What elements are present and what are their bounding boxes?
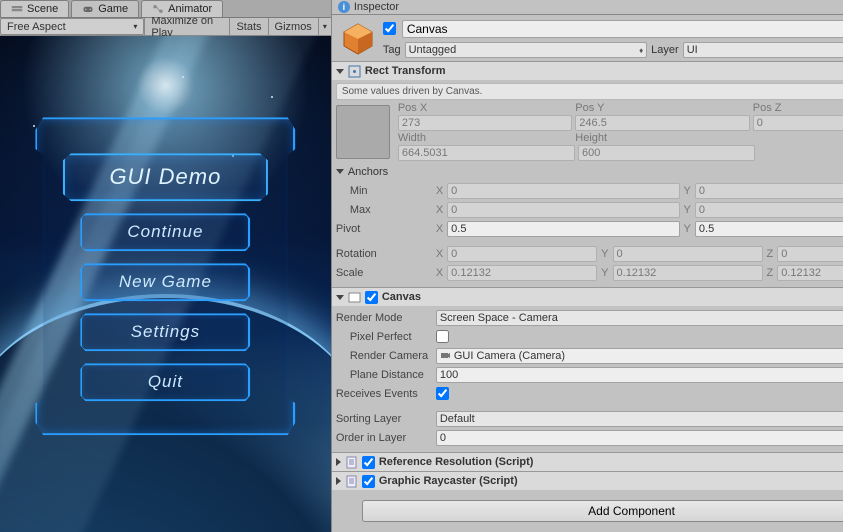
rect-transform-component: Rect Transform Some values driven by Can…: [332, 61, 843, 287]
anchor-min-y[interactable]: [695, 183, 843, 199]
rotation-y[interactable]: [613, 246, 763, 262]
rect-transform-icon: [348, 65, 361, 78]
tag-label: Tag: [383, 44, 401, 56]
anchor-max-x[interactable]: [447, 202, 679, 218]
aspect-dropdown[interactable]: Free Aspect ▾: [0, 18, 144, 35]
reference-resolution-header[interactable]: Reference Resolution (Script): [332, 453, 843, 471]
rotation-x[interactable]: [447, 246, 597, 262]
add-component-button[interactable]: Add Component: [362, 500, 843, 522]
layer-dropdown[interactable]: UI♦: [683, 42, 843, 58]
scale-z[interactable]: [777, 265, 843, 281]
aspect-label: Free Aspect: [7, 21, 66, 33]
chevron-down-icon: ▾: [133, 22, 137, 31]
gameobject-name-field[interactable]: [402, 20, 843, 38]
layer-label: Layer: [651, 44, 679, 56]
gameobject-header: Static ▾ Tag Untagged♦ Layer UI♦: [332, 15, 843, 61]
refres-enabled-checkbox[interactable]: [362, 456, 375, 469]
pixel-perfect-checkbox[interactable]: [436, 330, 449, 343]
anchors-label: Anchors: [348, 166, 388, 178]
rotation-z[interactable]: [777, 246, 843, 262]
receives-events-checkbox[interactable]: [436, 387, 449, 400]
tab-game-label: Game: [98, 3, 128, 15]
render-mode-dropdown[interactable]: Screen Space - Camera♦: [436, 310, 843, 326]
settings-button[interactable]: Settings: [80, 313, 250, 351]
canvas-enabled-checkbox[interactable]: [365, 291, 378, 304]
tab-animator[interactable]: Animator: [141, 0, 223, 17]
graphic-raycaster-component: Graphic Raycaster (Script): [332, 471, 843, 490]
gizmos-toggle[interactable]: Gizmos: [268, 18, 318, 35]
inspector-tab-row: i Inspector 🔒 ▾≡: [332, 0, 843, 15]
pos-x-field[interactable]: [398, 115, 572, 131]
game-toolbar: Free Aspect ▾ Maximize on Play Stats Giz…: [0, 18, 331, 36]
foldout-closed-icon: [336, 458, 341, 466]
foldout-open-icon: [336, 295, 344, 300]
scale-y[interactable]: [613, 265, 763, 281]
pivot-x[interactable]: [447, 221, 679, 237]
rect-transform-title: Rect Transform: [365, 65, 446, 77]
reference-resolution-component: Reference Resolution (Script): [332, 452, 843, 471]
game-icon: [82, 3, 94, 15]
quit-button[interactable]: Quit: [80, 363, 250, 401]
anchor-preset-button[interactable]: [336, 105, 390, 159]
order-in-layer-field[interactable]: [436, 430, 843, 446]
anchor-max-y[interactable]: [695, 202, 843, 218]
canvas-title: Canvas: [382, 291, 421, 303]
anchor-min-x[interactable]: [447, 183, 679, 199]
tab-scene[interactable]: Scene: [0, 0, 69, 17]
tag-dropdown[interactable]: Untagged♦: [405, 42, 648, 58]
raycaster-enabled-checkbox[interactable]: [362, 475, 375, 488]
scene-icon: [11, 3, 23, 15]
rect-info-strip: Some values driven by Canvas.: [336, 83, 843, 100]
stats-toggle[interactable]: Stats: [229, 18, 267, 35]
pos-z-field[interactable]: [753, 115, 843, 131]
anchors-foldout[interactable]: [336, 169, 344, 174]
pos-y-field[interactable]: [575, 115, 749, 131]
gameobject-active-checkbox[interactable]: [383, 22, 396, 35]
maximize-on-play-toggle[interactable]: Maximize on Play: [144, 18, 229, 35]
gameobject-icon: [338, 19, 378, 59]
sorting-layer-dropdown[interactable]: Default♦: [436, 411, 843, 427]
foldout-closed-icon: [336, 477, 341, 485]
canvas-icon: [348, 291, 361, 304]
tab-scene-label: Scene: [27, 3, 58, 15]
tab-inspector-label[interactable]: Inspector: [354, 1, 399, 13]
gui-title: GUI Demo: [63, 153, 268, 201]
width-field[interactable]: [398, 145, 575, 161]
scale-x[interactable]: [447, 265, 597, 281]
pivot-y[interactable]: [695, 221, 843, 237]
foldout-open-icon: [336, 69, 344, 74]
height-field[interactable]: [578, 145, 755, 161]
left-tab-row: Scene Game Animator: [0, 0, 331, 18]
script-icon: [345, 456, 358, 469]
render-camera-field[interactable]: GUI Camera (Camera) ⊙: [436, 348, 843, 364]
continue-button[interactable]: Continue: [80, 213, 250, 251]
raycaster-title: Graphic Raycaster (Script): [379, 475, 518, 487]
refres-title: Reference Resolution (Script): [379, 456, 534, 468]
rect-transform-header[interactable]: Rect Transform: [332, 62, 843, 80]
animator-icon: [152, 3, 164, 15]
new-game-button[interactable]: New Game: [80, 263, 250, 301]
script-icon: [345, 475, 358, 488]
camera-icon: [440, 350, 451, 361]
game-viewport: GUI Demo Continue New Game Settings Quit: [0, 36, 331, 532]
tab-game[interactable]: Game: [71, 0, 139, 17]
canvas-component: Canvas Render Mode Screen Space - Camera…: [332, 287, 843, 452]
canvas-header[interactable]: Canvas: [332, 288, 843, 306]
plane-distance-field[interactable]: [436, 367, 843, 383]
gizmos-dropdown[interactable]: ▾: [318, 18, 331, 35]
graphic-raycaster-header[interactable]: Graphic Raycaster (Script): [332, 472, 843, 490]
tab-animator-label: Animator: [168, 3, 212, 15]
gui-menu-panel: GUI Demo Continue New Game Settings Quit: [35, 107, 295, 447]
info-icon: i: [338, 1, 350, 13]
